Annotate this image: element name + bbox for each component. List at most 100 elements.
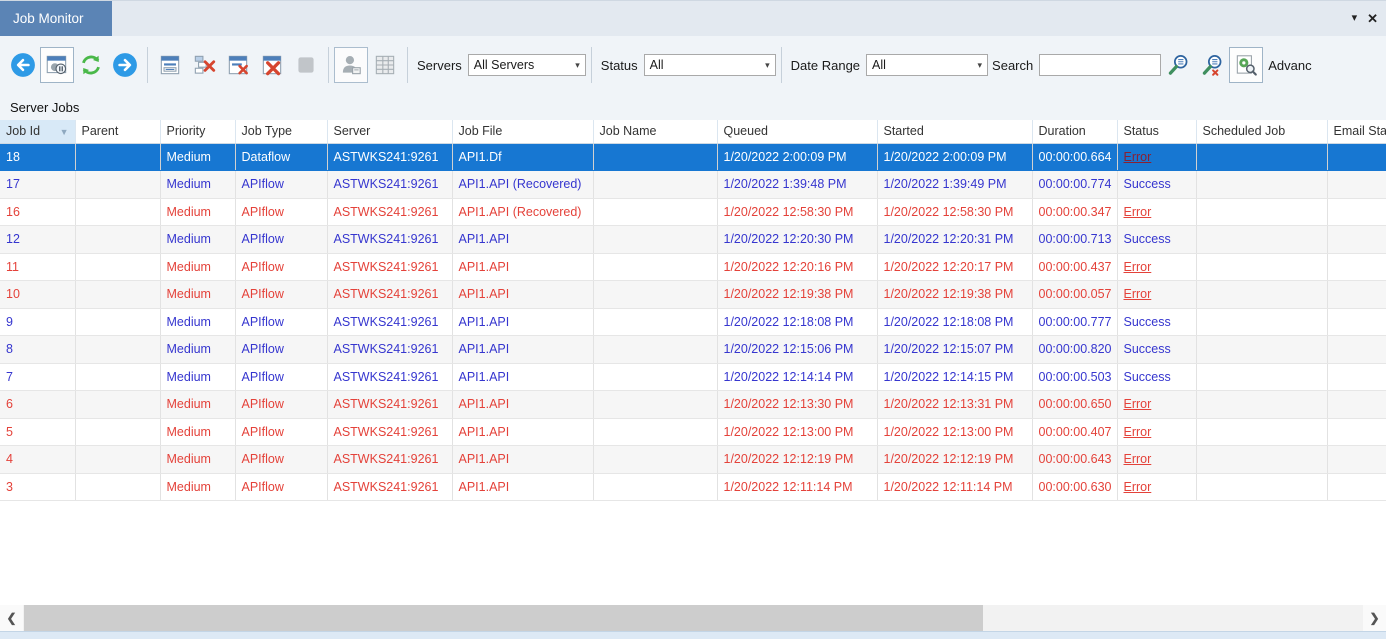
table-row-job-12[interactable]: 12MediumAPIflowASTWKS241:9261API1.API1/2… [0, 226, 1386, 254]
refresh-button[interactable] [74, 47, 108, 83]
cell-status: Success [1117, 226, 1196, 254]
column-header-label: Job Name [600, 124, 657, 138]
column-header-label: Duration [1039, 124, 1086, 138]
table-row-job-8[interactable]: 8MediumAPIflowASTWKS241:9261API1.API1/20… [0, 336, 1386, 364]
status-error-link[interactable]: Error [1124, 452, 1152, 466]
cell-parent [75, 143, 160, 171]
window-list-dropdown-icon[interactable]: ▾ [1352, 13, 1358, 24]
remove-job-window-button[interactable] [221, 47, 255, 83]
remove-all-jobs-button[interactable] [255, 47, 289, 83]
status-label: Status [601, 58, 638, 73]
table-row-job-6[interactable]: 6MediumAPIflowASTWKS241:9261API1.API1/20… [0, 391, 1386, 419]
cell-status: Success [1117, 336, 1196, 364]
cell-status: Error [1117, 253, 1196, 281]
pause-monitor-button[interactable] [40, 47, 74, 83]
scroll-left-button[interactable]: ❮ [0, 605, 23, 631]
cell-parent [75, 171, 160, 199]
remove-jobs-button[interactable] [187, 47, 221, 83]
chevron-down-icon: ▾ [760, 60, 775, 71]
cell-server: ASTWKS241:9261 [327, 391, 452, 419]
column-header-job_id[interactable]: Job Id▼ [0, 120, 75, 143]
cell-status: Error [1117, 446, 1196, 474]
clear-search-button[interactable] [1195, 47, 1229, 83]
table-row-job-17[interactable]: 17MediumAPIflowASTWKS241:9261API1.API (R… [0, 171, 1386, 199]
column-header-job_type[interactable]: Job Type [235, 120, 327, 143]
cell-job_name [593, 226, 717, 254]
job-monitor-window: Job Monitor ▾ ✕ [0, 0, 1386, 639]
cell-job_type: APIflow [235, 473, 327, 501]
status-text: Success [1124, 177, 1171, 191]
cell-duration: 00:00:00.057 [1032, 281, 1117, 309]
column-header-queued[interactable]: Queued [717, 120, 877, 143]
column-header-duration[interactable]: Duration [1032, 120, 1117, 143]
advanced-search-button[interactable] [1229, 47, 1263, 83]
advanced-label[interactable]: Advanc [1268, 58, 1311, 73]
date-range-dropdown[interactable]: All ▾ [866, 54, 988, 76]
cell-started: 1/20/2022 1:39:49 PM [877, 171, 1032, 199]
servers-dropdown[interactable]: All Servers ▾ [468, 54, 586, 76]
cell-duration: 00:00:00.774 [1032, 171, 1117, 199]
cell-server: ASTWKS241:9261 [327, 363, 452, 391]
column-header-email_status[interactable]: Email Sta [1327, 120, 1386, 143]
cell-priority: Medium [160, 281, 235, 309]
bottom-status-strip [0, 631, 1386, 639]
cell-job_id: 8 [0, 336, 75, 364]
forward-button[interactable] [108, 47, 142, 83]
toolbar-separator [781, 47, 782, 83]
cell-job_file: API1.API [452, 226, 593, 254]
status-dropdown[interactable]: All ▾ [644, 54, 776, 76]
cell-duration: 00:00:00.437 [1032, 253, 1117, 281]
column-header-parent[interactable]: Parent [75, 120, 160, 143]
cell-email_status [1327, 143, 1386, 171]
status-error-link[interactable]: Error [1124, 260, 1152, 274]
cell-parent [75, 446, 160, 474]
status-error-link[interactable]: Error [1124, 150, 1152, 164]
table-row-job-11[interactable]: 11MediumAPIflowASTWKS241:9261API1.API1/2… [0, 253, 1386, 281]
cell-started: 1/20/2022 12:13:31 PM [877, 391, 1032, 419]
column-header-started[interactable]: Started [877, 120, 1032, 143]
cell-job_type: APIflow [235, 336, 327, 364]
cell-job_file: API1.API [452, 446, 593, 474]
search-input[interactable] [1039, 54, 1161, 76]
column-header-server[interactable]: Server [327, 120, 452, 143]
status-error-link[interactable]: Error [1124, 205, 1152, 219]
refresh-icon [78, 52, 104, 78]
column-header-label: Job File [459, 124, 503, 138]
job-log-button[interactable] [153, 47, 187, 83]
table-row-job-18[interactable]: 18MediumDataflowASTWKS241:9261API1.Df1/2… [0, 143, 1386, 171]
table-row-job-4[interactable]: 4MediumAPIflowASTWKS241:9261API1.API1/20… [0, 446, 1386, 474]
column-header-job_file[interactable]: Job File [452, 120, 593, 143]
scrollbar-thumb[interactable] [24, 605, 983, 631]
status-error-link[interactable]: Error [1124, 480, 1152, 494]
cell-server: ASTWKS241:9261 [327, 473, 452, 501]
cell-scheduled_job [1196, 226, 1327, 254]
table-row-job-5[interactable]: 5MediumAPIflowASTWKS241:9261API1.API1/20… [0, 418, 1386, 446]
cell-duration: 00:00:00.643 [1032, 446, 1117, 474]
table-row-job-16[interactable]: 16MediumAPIflowASTWKS241:9261API1.API (R… [0, 198, 1386, 226]
search-button[interactable] [1161, 47, 1195, 83]
tab-job-monitor[interactable]: Job Monitor [0, 1, 112, 36]
column-header-label: Started [884, 124, 924, 138]
column-header-scheduled_job[interactable]: Scheduled Job [1196, 120, 1327, 143]
status-error-link[interactable]: Error [1124, 287, 1152, 301]
jobs-tbody: 18MediumDataflowASTWKS241:9261API1.Df1/2… [0, 143, 1386, 501]
status-error-link[interactable]: Error [1124, 425, 1152, 439]
table-row-job-3[interactable]: 3MediumAPIflowASTWKS241:9261API1.API1/20… [0, 473, 1386, 501]
scroll-right-button[interactable]: ❯ [1363, 605, 1386, 631]
close-icon[interactable]: ✕ [1367, 12, 1378, 25]
table-row-job-7[interactable]: 7MediumAPIflowASTWKS241:9261API1.API1/20… [0, 363, 1386, 391]
cell-email_status [1327, 391, 1386, 419]
cell-status: Error [1117, 391, 1196, 419]
column-header-status[interactable]: Status [1117, 120, 1196, 143]
column-header-job_name[interactable]: Job Name [593, 120, 717, 143]
status-error-link[interactable]: Error [1124, 397, 1152, 411]
table-row-job-9[interactable]: 9MediumAPIflowASTWKS241:9261API1.API1/20… [0, 308, 1386, 336]
column-header-priority[interactable]: Priority [160, 120, 235, 143]
cell-job_id: 18 [0, 143, 75, 171]
status-text: Success [1124, 342, 1171, 356]
back-button[interactable] [6, 47, 40, 83]
cell-server: ASTWKS241:9261 [327, 226, 452, 254]
table-row-job-10[interactable]: 10MediumAPIflowASTWKS241:9261API1.API1/2… [0, 281, 1386, 309]
cell-scheduled_job [1196, 418, 1327, 446]
horizontal-scrollbar[interactable]: ❮ ❯ [0, 605, 1386, 631]
